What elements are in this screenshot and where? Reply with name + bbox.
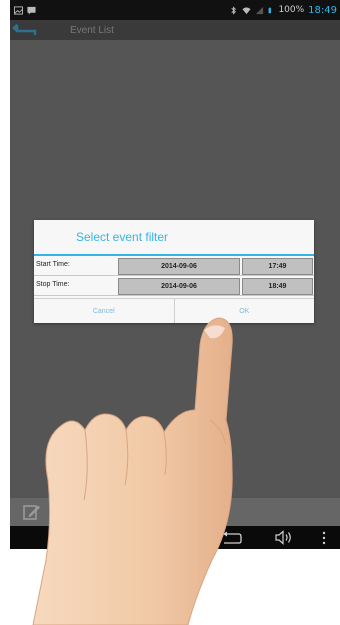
- menu-icon[interactable]: [321, 531, 327, 545]
- stop-date-field[interactable]: 2014-09-06: [118, 278, 240, 295]
- message-icon: [27, 6, 36, 15]
- status-clock: 18:49: [308, 4, 337, 16]
- start-time-row: Start Time: 2014-09-06 17:49: [34, 256, 314, 276]
- event-filter-dialog: Select event filter Start Time: 2014-09-…: [34, 220, 314, 323]
- dialog-button-bar: Cancel OK: [34, 298, 314, 323]
- wifi-icon: [242, 6, 251, 14]
- start-time-field[interactable]: 17:49: [242, 258, 313, 275]
- dialog-title: Select event filter: [76, 230, 169, 244]
- device-screen: 100% 18:49 Event List Select event filte…: [10, 0, 340, 549]
- page-title: Event List: [70, 24, 114, 36]
- battery-percent: 100%: [278, 5, 305, 15]
- bluetooth-icon: [231, 5, 237, 15]
- bottom-toolbar: [10, 498, 340, 526]
- edit-icon[interactable]: [23, 503, 41, 521]
- stop-time-row: Stop Time: 2014-09-06 18:49: [34, 276, 314, 296]
- navigation-bar: [10, 526, 340, 549]
- back-icon[interactable]: [222, 531, 242, 545]
- stop-time-field[interactable]: 18:49: [242, 278, 313, 295]
- start-time-label: Start Time:: [36, 261, 70, 268]
- signal-icon: [256, 6, 264, 14]
- action-bar: Event List: [10, 20, 340, 40]
- start-date-field[interactable]: 2014-09-06: [118, 258, 240, 275]
- cancel-button[interactable]: Cancel: [34, 299, 174, 323]
- status-bar: 100% 18:49: [10, 0, 340, 20]
- volume-icon[interactable]: [275, 530, 293, 545]
- image-icon: [14, 5, 23, 15]
- stop-time-label: Stop Time:: [36, 281, 70, 288]
- battery-icon: [269, 7, 272, 13]
- back-arrow-icon[interactable]: [12, 22, 40, 38]
- ok-button[interactable]: OK: [173, 299, 315, 323]
